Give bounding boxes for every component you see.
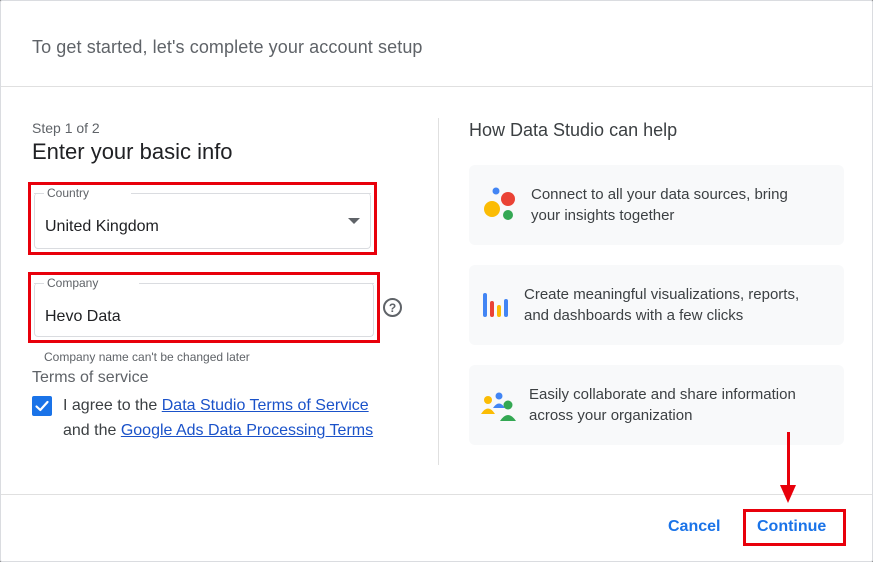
account-setup-dialog: To get started, let's complete your acco… — [0, 0, 873, 562]
checkmark-icon — [35, 400, 49, 412]
annotation-box-country — [28, 182, 377, 255]
google-ads-terms-link[interactable]: Google Ads Data Processing Terms — [121, 422, 373, 439]
cancel-button[interactable]: Cancel — [668, 518, 720, 536]
company-hint: Company name can't be changed later — [44, 350, 250, 364]
help-card-text: Connect to all your data sources, bring … — [531, 184, 788, 226]
step-indicator: Step 1 of 2 — [32, 120, 100, 136]
terms-text-line-2: and the Google Ads Data Processing Terms — [63, 422, 373, 440]
terms-text-prefix: and the — [63, 422, 121, 439]
help-title: How Data Studio can help — [469, 120, 678, 140]
help-card-line: Create meaningful visualizations, report… — [524, 286, 800, 303]
bar-chart-icon — [483, 293, 508, 317]
help-card-text: Create meaningful visualizations, report… — [524, 284, 799, 326]
help-circle-icon[interactable]: ? — [383, 298, 402, 317]
terms-checkbox[interactable] — [32, 396, 52, 416]
help-card-connect: Connect to all your data sources, bring … — [469, 165, 844, 245]
terms-text-prefix: I agree to the — [63, 397, 162, 414]
people-icon — [481, 392, 516, 421]
help-card-text: Easily collaborate and share information… — [529, 384, 796, 426]
help-card-visualize: Create meaningful visualizations, report… — [469, 265, 844, 345]
annotation-arrow-head-icon — [780, 485, 796, 503]
footer-divider — [1, 494, 872, 495]
help-card-line: across your organization — [529, 407, 693, 424]
help-card-line: Connect to all your data sources, bring — [531, 186, 788, 203]
help-card-line: Easily collaborate and share information — [529, 386, 796, 403]
terms-text-line-1: I agree to the Data Studio Terms of Serv… — [63, 397, 369, 415]
annotation-box-continue — [743, 509, 846, 546]
terms-heading: Terms of service — [32, 369, 149, 386]
section-title: Enter your basic info — [32, 139, 233, 164]
column-divider — [438, 118, 439, 465]
data-sources-icon — [484, 187, 515, 220]
help-card-line: your insights together — [531, 207, 675, 224]
dialog-header: To get started, let's complete your acco… — [1, 1, 872, 87]
data-studio-terms-link[interactable]: Data Studio Terms of Service — [162, 397, 369, 414]
dialog-title: To get started, let's complete your acco… — [32, 37, 423, 57]
annotation-arrow-shaft — [787, 432, 790, 487]
help-card-line: and dashboards with a few clicks — [524, 307, 744, 324]
annotation-box-company — [28, 272, 380, 343]
